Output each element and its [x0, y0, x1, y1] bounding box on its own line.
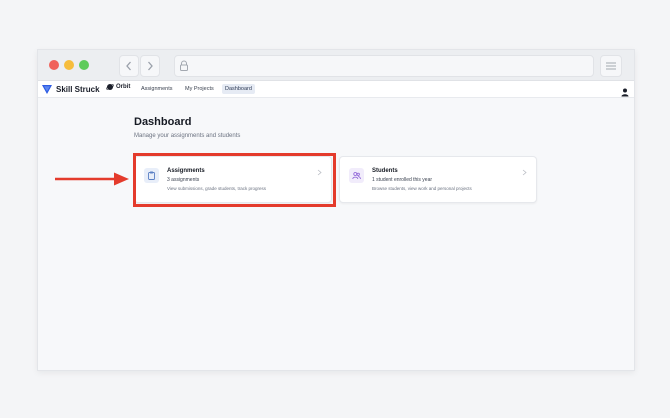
brand-name: Skill Struck — [56, 85, 100, 94]
nav-assignments[interactable]: Assignments — [138, 84, 176, 94]
chevron-right-icon — [317, 169, 322, 176]
page-title: Dashboard — [134, 116, 192, 128]
maximize-window-button[interactable] — [79, 60, 89, 70]
nav-my-projects[interactable]: My Projects — [182, 84, 217, 94]
assignments-card[interactable]: Assignments 3 assignments View submissio… — [134, 156, 332, 203]
orbit-product-link[interactable]: Orbit — [106, 83, 130, 91]
app-navbar: Skill Struck Orbit Assignments My Projec… — [38, 81, 634, 98]
chevron-right-icon — [522, 169, 527, 176]
main-content: Dashboard Manage your assignments and st… — [38, 98, 634, 370]
close-window-button[interactable] — [49, 60, 59, 70]
lock-icon — [180, 60, 188, 71]
students-description: Browse students, view work and personal … — [372, 186, 472, 191]
assignments-card-title: Assignments — [167, 168, 205, 174]
students-card-title: Students — [372, 168, 398, 174]
users-icon — [352, 172, 361, 180]
browser-window: Skill Struck Orbit Assignments My Projec… — [37, 49, 635, 371]
skill-struck-logo-icon — [42, 85, 52, 94]
clipboard-icon — [148, 171, 155, 180]
hamburger-menu-icon — [606, 62, 616, 70]
assignments-icon-tile — [144, 168, 159, 183]
students-icon-tile — [349, 168, 364, 183]
chevron-left-icon — [126, 61, 131, 71]
user-icon — [621, 88, 629, 97]
assignments-description: View submissions, grade students, track … — [167, 186, 266, 191]
students-card[interactable]: Students 1 student enrolled this year Br… — [339, 156, 537, 203]
address-bar[interactable] — [174, 55, 594, 77]
brand-logo-link[interactable]: Skill Struck — [42, 83, 100, 96]
browser-titlebar — [38, 50, 634, 81]
back-button[interactable] — [119, 55, 139, 77]
orbit-logo-icon — [106, 84, 114, 90]
chevron-right-icon — [148, 61, 153, 71]
nav-dashboard[interactable]: Dashboard — [222, 84, 255, 94]
product-name: Orbit — [116, 84, 131, 90]
browser-menu-button[interactable] — [600, 55, 622, 77]
pointer-arrow-icon — [55, 172, 129, 186]
forward-button[interactable] — [140, 55, 160, 77]
assignments-count: 3 assignments — [167, 177, 200, 183]
students-count: 1 student enrolled this year — [372, 177, 433, 183]
minimize-window-button[interactable] — [64, 60, 74, 70]
page-subtitle: Manage your assignments and students — [134, 133, 241, 139]
